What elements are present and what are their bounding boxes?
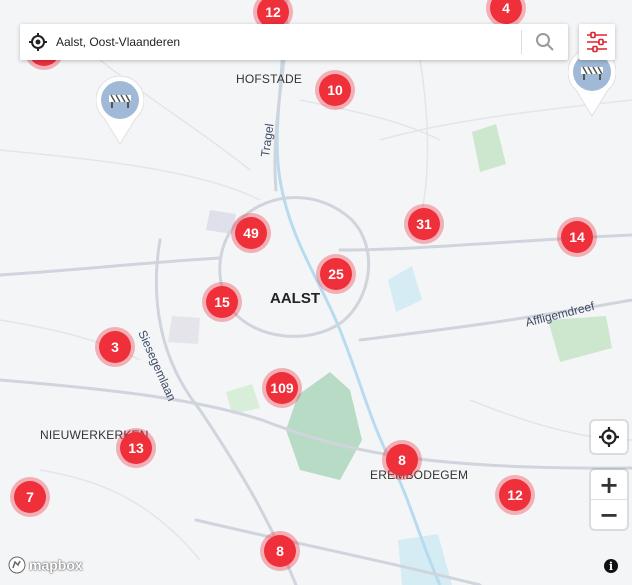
cluster-marker[interactable]: 109 bbox=[262, 368, 302, 408]
locate-button[interactable] bbox=[20, 24, 56, 60]
minus-icon: − bbox=[598, 500, 620, 529]
plus-icon: + bbox=[598, 470, 620, 499]
search-input[interactable] bbox=[56, 27, 521, 57]
geolocate-button[interactable] bbox=[591, 421, 627, 453]
filter-button[interactable] bbox=[579, 24, 615, 60]
mapbox-logo[interactable]: mapbox bbox=[8, 556, 83, 574]
roadworks-pin-icon bbox=[95, 75, 145, 145]
zoom-control: + − bbox=[591, 470, 627, 529]
cluster-marker[interactable]: 14 bbox=[557, 217, 597, 257]
cluster-marker[interactable]: 13 bbox=[116, 428, 156, 468]
info-button[interactable]: i bbox=[604, 559, 618, 573]
mapbox-logo-icon bbox=[8, 556, 26, 574]
cluster-marker[interactable]: 8 bbox=[260, 531, 300, 571]
cluster-marker[interactable]: 15 bbox=[202, 282, 242, 322]
place-label-hofstade: HOFSTADE bbox=[236, 72, 303, 86]
cluster-marker[interactable]: 12 bbox=[495, 475, 535, 515]
sliders-icon bbox=[587, 31, 607, 53]
zoom-in-button[interactable]: + bbox=[591, 470, 627, 499]
place-label-aalst: AALST bbox=[270, 290, 320, 307]
cluster-marker[interactable]: 49 bbox=[231, 213, 271, 253]
cluster-marker[interactable]: 10 bbox=[315, 70, 355, 110]
cluster-marker[interactable]: 7 bbox=[10, 477, 50, 517]
cluster-marker[interactable]: 3 bbox=[95, 327, 135, 367]
cluster-marker[interactable]: 25 bbox=[316, 254, 356, 294]
search-button[interactable] bbox=[522, 24, 568, 60]
crosshair-icon bbox=[29, 33, 47, 51]
search-icon bbox=[536, 33, 554, 51]
info-icon: i bbox=[608, 559, 614, 573]
search-bar bbox=[20, 24, 568, 60]
mapbox-wordmark: mapbox bbox=[29, 557, 83, 573]
crosshair-icon bbox=[599, 427, 619, 447]
zoom-out-button[interactable]: − bbox=[591, 500, 627, 529]
map-view[interactable]: HOFSTADE AALST NIEUWERKERKEN EREMBODEGEM… bbox=[0, 0, 632, 585]
cluster-marker[interactable]: 31 bbox=[404, 204, 444, 244]
roadworks-pin[interactable] bbox=[95, 75, 145, 146]
cluster-marker[interactable]: 8 bbox=[382, 440, 422, 480]
geolocate-control bbox=[591, 421, 627, 453]
